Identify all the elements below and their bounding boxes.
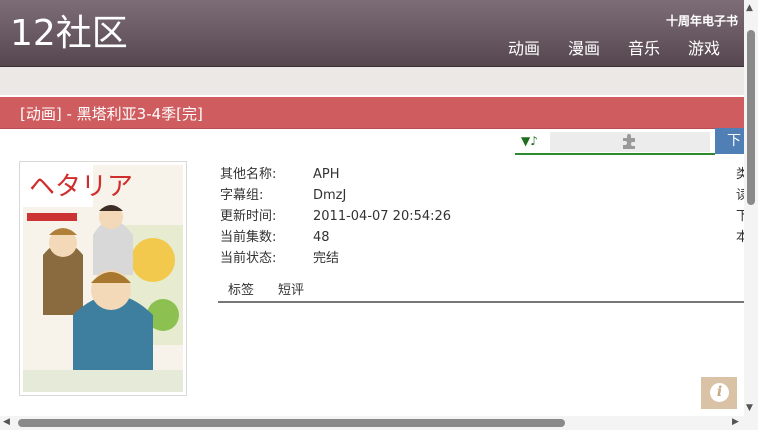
music-player[interactable]: ▼♪ — [515, 131, 715, 155]
music-note-icon[interactable]: ▼♪ — [521, 134, 538, 148]
info-key: 字幕组: — [220, 188, 264, 203]
plugin-area[interactable] — [550, 132, 710, 152]
detail-tabs: 标签 短评 — [218, 282, 744, 303]
info-key: 当前集数: — [220, 230, 277, 245]
info-button[interactable]: i — [701, 377, 737, 409]
info-value: 48 — [313, 230, 330, 245]
info-value: DmzJ — [313, 188, 347, 203]
info-key: 更新时间: — [220, 209, 277, 224]
side-info-item: 下 — [736, 209, 744, 224]
info-value: APH — [313, 167, 340, 182]
tab-tags[interactable]: 标签 — [228, 282, 254, 300]
info-row-subgroup: 字幕组: DmzJ — [220, 185, 720, 206]
site-header: 12社区 十周年电子书 动画 漫画 音乐 游戏 — [0, 0, 744, 67]
info-row-alias: 其他名称: APH — [220, 164, 720, 185]
scrollbar-corner — [744, 416, 758, 430]
cover-image[interactable]: ヘタリア — [19, 161, 187, 396]
site-logo[interactable]: 12社区 — [10, 12, 128, 56]
info-icon: i — [710, 383, 729, 402]
nav-anime[interactable]: 动画 — [494, 38, 554, 60]
info-row-updated: 更新时间: 2011-04-07 20:54:26 — [220, 206, 720, 227]
horizontal-scroll-thumb[interactable] — [18, 419, 565, 427]
info-key: 其他名称: — [220, 167, 277, 182]
page-title: [动画] - 黑塔利亚3-4季[完] — [20, 105, 203, 123]
anniversary-link[interactable]: 十周年电子书 — [666, 12, 738, 29]
nav-games[interactable]: 游戏 — [674, 38, 734, 60]
info-list: 其他名称: APH 字幕组: DmzJ 更新时间: 2011-04-07 20:… — [220, 164, 720, 269]
title-bar: [动画] - 黑塔利亚3-4季[完] — [0, 97, 744, 129]
scroll-up-arrow-icon[interactable]: ▲ — [746, 3, 753, 13]
puzzle-icon — [620, 132, 638, 154]
scroll-left-arrow-icon[interactable]: ◀ — [3, 417, 10, 427]
info-row-status: 当前状态: 完结 — [220, 248, 720, 269]
vertical-scroll-thumb[interactable] — [747, 30, 755, 205]
info-row-episodes: 当前集数: 48 — [220, 227, 720, 248]
side-info-column: 类 读 下 本 — [736, 164, 744, 248]
download-button[interactable]: 下 — [715, 128, 744, 154]
horizontal-scrollbar[interactable]: ◀ ▶ — [0, 416, 744, 430]
side-info-item: 读 — [736, 188, 744, 203]
info-value: 完结 — [313, 251, 340, 266]
side-info-item: 类 — [736, 167, 744, 182]
vertical-scrollbar[interactable]: ▲ ▼ — [744, 0, 758, 416]
svg-text:ヘタリア: ヘタリア — [29, 172, 133, 202]
nav-music[interactable]: 音乐 — [614, 38, 674, 60]
nav-manga[interactable]: 漫画 — [554, 38, 614, 60]
scroll-down-arrow-icon[interactable]: ▼ — [746, 403, 753, 413]
tab-short-reviews[interactable]: 短评 — [278, 282, 304, 300]
scroll-right-arrow-icon[interactable]: ▶ — [732, 417, 739, 427]
main-nav: 动画 漫画 音乐 游戏 — [494, 38, 734, 60]
info-key: 当前状态: — [220, 251, 277, 266]
sub-band — [0, 67, 744, 95]
side-info-item: 本 — [736, 230, 744, 245]
info-value: 2011-04-07 20:54:26 — [313, 209, 452, 224]
